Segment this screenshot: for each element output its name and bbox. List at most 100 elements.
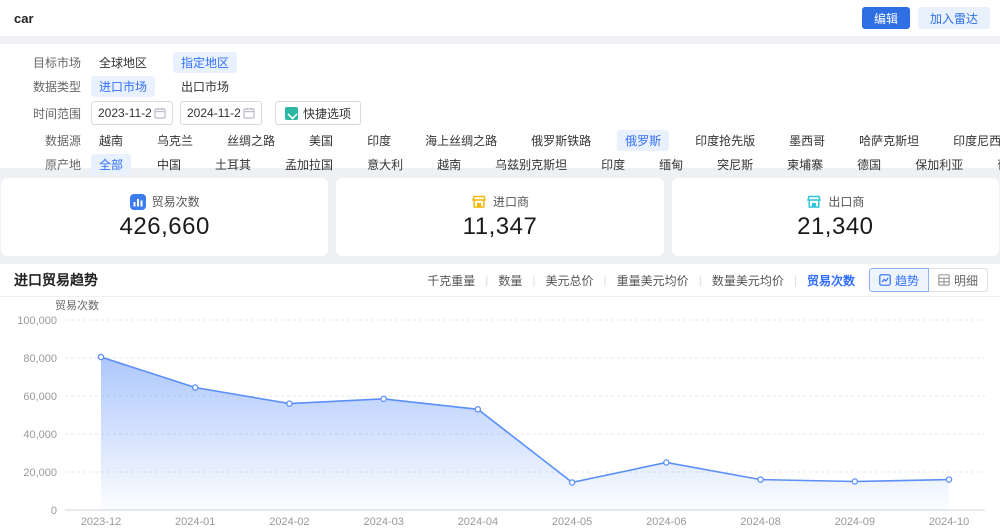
data-source-option[interactable]: 丝绸之路 (219, 130, 283, 151)
trend-view-button[interactable]: 趋势 (868, 268, 929, 292)
metric-option[interactable]: 重量美元均价 (617, 272, 689, 289)
trend-chart-icon (879, 274, 891, 286)
filter-label: 数据类型 (33, 79, 82, 94)
stat-label: 贸易次数 (151, 195, 200, 209)
origin-option[interactable]: 中国 (149, 154, 189, 175)
svg-text:40,000: 40,000 (23, 429, 57, 441)
origin-option[interactable]: 突尼斯 (709, 154, 761, 175)
origin-option[interactable]: 德国 (849, 154, 889, 175)
origin-option[interactable]: 葡萄牙 (989, 154, 1000, 175)
trend-panel: 进口贸易趋势 千克重量 | 数量 | 美元总价 | 重量美元均价 | 数量美元均价 | 贸易次数 趋… (0, 264, 1000, 532)
data-source-options: 越南 乌克兰 丝绸之路 美国 印度 海上丝绸之路 俄罗斯铁路 俄罗斯 印度抢先版 墨西哥 哈萨克斯坦… (91, 129, 1000, 151)
filter-label: 数据源 (44, 133, 81, 148)
data-type-options: 进口市场 出口市场 (91, 75, 237, 97)
target-market-option[interactable]: 指定地区 (173, 51, 238, 73)
data-source-option[interactable]: 乌克兰 (149, 130, 201, 151)
stat-card-exporters: 出口商 21,340 (671, 178, 999, 256)
svg-text:2024-03: 2024-03 (363, 516, 403, 528)
data-type-option[interactable]: 进口市场 (91, 75, 156, 97)
data-point-2024-02[interactable] (286, 400, 293, 407)
stat-value: 426,660 (119, 213, 210, 240)
quick-options-icon (285, 106, 298, 120)
filter-row-target-market: 目标市场 全球地区 指定地区 (33, 50, 990, 74)
svg-text:2024-10: 2024-10 (929, 516, 969, 528)
origin-option[interactable]: 意大利 (359, 154, 411, 175)
calendar-icon (154, 107, 166, 119)
data-source-option[interactable]: 越南 (91, 130, 131, 151)
svg-text:2024-09: 2024-09 (835, 516, 875, 528)
data-point-2024-01[interactable] (191, 384, 199, 391)
data-source-option[interactable]: 印度 (359, 130, 399, 151)
data-source-option[interactable]: 俄罗斯铁路 (523, 130, 599, 151)
detail-view-button[interactable]: 明细 (928, 268, 988, 292)
filter-panel: 目标市场 全球地区指定地区 数据类型 进口市场出口市场 时间范围 快捷选项 数据… (0, 44, 1000, 175)
metric-option[interactable]: 美元总价 (546, 272, 594, 289)
origin-option[interactable]: 缅甸 (651, 154, 691, 175)
origin-option[interactable]: 保加利亚 (907, 154, 971, 175)
edit-button[interactable]: 编辑 (861, 7, 910, 29)
start-date-input[interactable] (91, 101, 173, 125)
end-date-input[interactable] (180, 101, 262, 125)
origin-options: 全部中国土耳其孟加拉国意大利越南乌兹别克斯坦印度缅甸突尼斯柬埔寨德国保加利亚葡萄… (91, 153, 1000, 175)
filter-label: 原产地 (44, 157, 81, 172)
svg-text:2024-04: 2024-04 (458, 516, 498, 528)
page-title: car (14, 10, 34, 26)
data-source-option[interactable]: 印度尼西亚定制版 (945, 130, 1000, 151)
quick-options-label: 快捷选项 (303, 106, 352, 121)
svg-text:2024-01: 2024-01 (175, 516, 215, 528)
svg-text:2023-12: 2023-12 (81, 516, 121, 528)
origin-option[interactable]: 土耳其 (207, 154, 259, 175)
data-source-option[interactable]: 海上丝绸之路 (417, 130, 505, 151)
data-source-option[interactable]: 墨西哥 (781, 130, 833, 151)
origin-option[interactable]: 印度 (593, 154, 633, 175)
top-bar: car 编辑 加入雷达 (0, 0, 1000, 36)
svg-text:2024-05: 2024-05 (552, 516, 592, 528)
start-date-value[interactable] (98, 106, 151, 120)
data-point-2024-05[interactable] (568, 479, 576, 486)
filter-row-data-source: 数据源 越南 乌克兰 丝绸之路 美国 印度 海上丝绸之路 俄罗斯铁路 俄罗斯 印度抢先版 墨西哥哈… (33, 128, 1000, 152)
data-point-2024-10[interactable] (945, 476, 953, 483)
stat-cards: 贸易次数 426,660 进口商 11,347 出口商 21,340 (0, 178, 1000, 256)
data-source-option[interactable]: 印度抢先版 (687, 130, 763, 151)
data-type-option[interactable]: 出口市场 (173, 76, 237, 97)
data-point-2023-12[interactable] (97, 353, 105, 361)
data-point-2024-04[interactable] (474, 406, 482, 413)
origin-option[interactable]: 柬埔寨 (779, 154, 831, 175)
filter-row-time-range: 时间范围 快捷选项 (33, 98, 990, 128)
stat-label: 进口商 (492, 195, 529, 209)
data-point-2024-09[interactable] (851, 478, 859, 485)
data-point-2024-08[interactable] (757, 476, 764, 483)
origin-option[interactable]: 越南 (429, 154, 469, 175)
data-source-option[interactable]: 哈萨克斯坦 (851, 130, 927, 151)
svg-text:60,000: 60,000 (23, 391, 57, 403)
data-source-option[interactable]: 俄罗斯 (617, 129, 670, 151)
metric-option[interactable]: 数量 (498, 272, 522, 289)
quick-options-button[interactable]: 快捷选项 (275, 101, 362, 125)
origin-option[interactable]: 乌兹别克斯坦 (487, 154, 575, 175)
bar-chart-icon (129, 193, 146, 210)
stat-card-importers: 进口商 11,347 (336, 178, 664, 256)
trend-title: 进口贸易趋势 (14, 272, 98, 288)
metric-option[interactable]: 数量美元均价 (712, 272, 784, 289)
svg-text:0: 0 (51, 505, 57, 517)
trend-panel-header: 进口贸易趋势 千克重量 | 数量 | 美元总价 | 重量美元均价 | 数量美元均价 | 贸易次数 趋… (0, 264, 1000, 297)
view-toggles: 趋势 明细 (868, 268, 988, 292)
metric-separator: | (485, 273, 489, 287)
metric-separator: | (532, 273, 536, 287)
stat-value: 11,347 (462, 213, 538, 240)
metric-option[interactable]: 贸易次数 (807, 272, 855, 289)
data-point-2024-06[interactable] (663, 459, 670, 466)
origin-option[interactable]: 孟加拉国 (277, 154, 341, 175)
filter-row-data-type: 数据类型 进口市场 出口市场 (33, 74, 990, 98)
origin-option[interactable]: 全部 (91, 153, 132, 175)
svg-text:20,000: 20,000 (23, 467, 57, 479)
divider-gap (0, 256, 1000, 264)
data-source-option[interactable]: 美国 (301, 130, 341, 151)
data-point-2024-03[interactable] (380, 395, 387, 403)
metric-separator: | (793, 273, 797, 287)
end-date-value[interactable] (187, 106, 240, 120)
metric-option[interactable]: 千克重量 (427, 272, 475, 289)
filter-label: 时间范围 (33, 106, 82, 121)
target-market-option[interactable]: 全球地区 (91, 52, 155, 73)
add-to-radar-button[interactable]: 加入雷达 (917, 7, 990, 29)
